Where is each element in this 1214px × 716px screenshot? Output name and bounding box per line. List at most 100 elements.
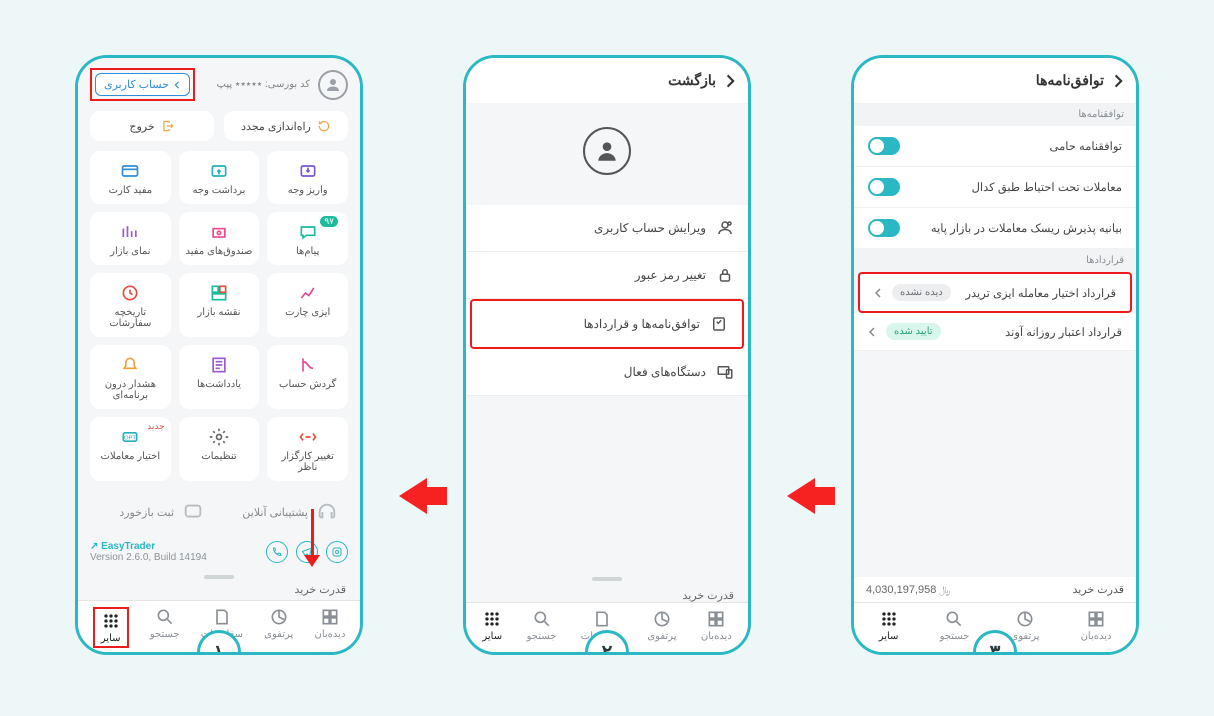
code-value: ٭٭٭٭٭ [235,79,262,90]
nav-search[interactable]: جستجو [527,609,557,642]
tile-fund[interactable]: صندوق‌های مفید [179,212,260,265]
tile-deposit-label: واریز وجه [288,185,328,196]
tile-chart-label: ایزی چارت [285,307,330,318]
tile-notes[interactable]: یادداشت‌ها [179,345,260,409]
messages-badge: ۹۷ [320,216,338,227]
nav-watch[interactable]: دیده‌بان [315,607,346,648]
tile-alert[interactable]: هشدار درون برنامه‌ای [90,345,171,409]
tile-messages-label: پیام‌ها [296,246,319,257]
code-suffix: پپپ [217,79,233,90]
section-contracts-label: قراردادها [854,249,1136,272]
item-agreements[interactable]: توافق‌نامه‌ها و قراردادها [470,299,744,349]
tile-settings[interactable]: تنظیمات [179,417,260,481]
app-version: Version 2.6.0, Build 14194 [90,552,207,563]
agreements-label: توافق‌نامه‌ها و قراردادها [584,317,700,331]
account-button[interactable]: حساب کاربری [95,73,190,96]
nav-more[interactable]: سایر [879,609,899,642]
section-agreements-label: توافقنامه‌ها [854,103,1136,126]
nav-portfolio[interactable]: پرتفوی [1010,609,1039,642]
buy-power-label: قدرت خرید [78,583,360,600]
tile-map-label: نقشه بازار [197,307,240,318]
nav-search[interactable]: جستجو [940,609,970,642]
toggle-codal[interactable]: معاملات تحت احتیاط طبق کدال [854,167,1136,208]
nav-portfolio[interactable]: پرتفوی [647,609,676,642]
new-badge: جدید [147,421,165,432]
edit-account-label: ویرایش حساب کاربری [594,221,706,235]
password-label: تغییر رمز عبور [635,268,706,282]
nav-more[interactable]: سایر [93,607,129,648]
nav-more[interactable]: سایر [482,609,502,642]
contract-avand-credit[interactable]: قرارداد اعتبار روزانه آوند تایید شده [854,313,1136,351]
toggle-hami[interactable]: توافقنامه حامی [854,126,1136,167]
logout-label: خروج [129,120,154,133]
nav-portfolio[interactable]: پرتفوی [264,607,293,648]
agreements-title: توافق‌نامه‌ها [1036,72,1104,89]
tile-turnover-label: گردش حساب [279,379,336,390]
tile-broker[interactable]: تغییر کارگزار ناظر [267,417,348,481]
tile-history-label: تاریخچه سفارشات [94,307,167,329]
buy-power-row: قدرت خرید ﷼ 4,030,197,958 [854,577,1136,602]
toggle-codal-label: معاملات تحت احتیاط طبق کدال [972,180,1122,194]
contract2-status: تایید شده [886,323,941,340]
tile-settings-label: تنظیمات [201,451,236,462]
nav-watch[interactable]: دیده‌بان [701,609,732,642]
tile-map[interactable]: نقشه بازار [179,273,260,337]
restart-button[interactable]: راه‌اندازی مجدد [224,111,348,141]
phone-step-1: کد بورسی: ٭٭٭٭٭ پپپ حساب کاربری راه‌اندا… [75,55,363,655]
tile-alert-label: هشدار درون برنامه‌ای [94,379,167,401]
tile-withdraw-label: برداشت وجه [193,185,246,196]
feedback-card[interactable]: ثبت بازخورد [90,491,214,533]
tile-chart[interactable]: ایزی چارت [267,273,348,337]
account-button-highlight: حساب کاربری [90,68,195,101]
nav-search[interactable]: جستجو [150,607,180,648]
svg-text:OPT: OPT [124,436,136,442]
restart-label: راه‌اندازی مجدد [241,120,311,133]
tile-options-label: اختیار معاملات [101,451,161,462]
tile-card[interactable]: مفید کارت [90,151,171,204]
toggle-switch-on[interactable] [868,178,900,196]
tile-withdraw[interactable]: برداشت وجه [179,151,260,204]
tile-market[interactable]: نمای بازار [90,212,171,265]
phone-step-3: توافق‌نامه‌ها توافقنامه‌ها توافقنامه حام… [851,55,1139,655]
tile-notes-label: یادداشت‌ها [197,379,241,390]
toggle-risk[interactable]: بیانیه پذیرش ریسک معاملات در بازار پایه [854,208,1136,249]
buy-power-label-2: قدرت خرید [466,585,748,602]
tile-messages[interactable]: ۹۷ پیام‌ها [267,212,348,265]
tile-deposit[interactable]: واریز وجه [267,151,348,204]
item-devices[interactable]: دستگاه‌های فعال [466,349,748,396]
buy-power-label-3: قدرت خرید [1073,583,1124,596]
contract2-label: قرارداد اعتبار روزانه آوند [1005,325,1122,339]
tile-turnover[interactable]: گردش حساب [267,345,348,409]
settings-list: ویرایش حساب کاربری تغییر رمز عبور توافق‌… [466,205,748,396]
tile-market-label: نمای بازار [110,246,150,257]
support-card[interactable]: پشتیبانی آنلاین [224,491,348,533]
buy-power-amount: 4,030,197,958 [866,584,936,596]
agreements-header[interactable]: توافق‌نامه‌ها [854,58,1136,103]
nav-watch[interactable]: دیده‌بان [1081,609,1112,642]
contract-option-trade[interactable]: قرارداد اختیار معامله ایزی تریدر دیده نش… [858,272,1132,313]
tile-history[interactable]: تاریخچه سفارشات [90,273,171,337]
devices-label: دستگاه‌های فعال [624,365,706,379]
app-name: EasyTrader [101,541,155,552]
profile-header: کد بورسی: ٭٭٭٭٭ پپپ حساب کاربری [78,58,360,107]
menu-grid: واریز وجه برداشت وجه مفید کارت ۹۷ پیام‌ها… [78,151,360,481]
toggle-hami-label: توافقنامه حامی [1049,139,1122,153]
item-edit-account[interactable]: ویرایش حساب کاربری [466,205,748,252]
account-button-label: حساب کاربری [104,78,169,91]
feedback-label: ثبت بازخورد [119,506,174,519]
flow-arrow-2 [787,478,815,514]
avatar-large [466,103,748,199]
call-icon[interactable] [266,541,288,563]
tile-options[interactable]: جدید OPT اختیار معاملات [90,417,171,481]
contract1-status: دیده نشده [892,284,951,301]
item-change-password[interactable]: تغییر رمز عبور [466,252,748,299]
logout-button[interactable]: خروج [90,111,214,141]
back-header[interactable]: بازگشت [466,58,748,103]
tile-fund-label: صندوق‌های مفید [186,246,253,257]
flow-arrow-1 [399,478,427,514]
toggle-switch-on[interactable] [868,219,900,237]
tile-card-label: مفید کارت [109,185,153,196]
toggle-switch-on[interactable] [868,137,900,155]
support-label: پشتیبانی آنلاین [242,506,308,519]
instagram-icon[interactable] [326,541,348,563]
